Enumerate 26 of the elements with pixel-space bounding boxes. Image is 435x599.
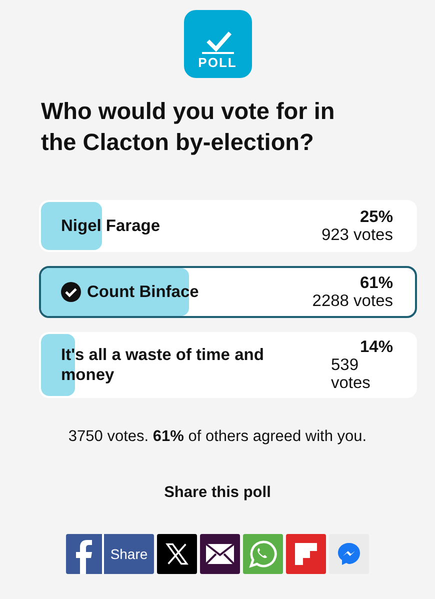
poll-option[interactable]: Nigel Farage 25% 923 votes <box>39 200 417 252</box>
phone-bubble-icon <box>248 540 277 568</box>
check-circle-icon <box>61 282 81 302</box>
option-label: It's all a waste of time and money <box>61 345 265 385</box>
percentage: 61% <box>360 274 393 292</box>
x-logo-icon <box>164 541 190 567</box>
poll-option[interactable]: It's all a waste of time and money 14% 539 votes <box>39 332 417 398</box>
option-label: Count Binface <box>87 282 199 302</box>
share-button[interactable]: Share <box>66 534 154 574</box>
flipboard-icon <box>292 541 319 567</box>
poll-question: Who would you vote for in the Clacton by-election? <box>41 97 336 157</box>
option-label: Nigel Farage <box>61 216 160 236</box>
logo-text: POLL <box>198 55 237 70</box>
share-heading: Share this poll <box>164 484 271 502</box>
messenger-icon <box>336 541 362 567</box>
vote-count: 2288 votes <box>312 292 393 310</box>
results-summary: 3750 votes. 61% of others agreed with you. <box>68 428 367 446</box>
envelope-icon <box>204 543 235 565</box>
percentage: 25% <box>360 208 393 226</box>
result-bar <box>41 202 102 250</box>
share-button[interactable] <box>200 534 240 574</box>
vote-count: 539 votes <box>331 356 372 392</box>
percentage: 14% <box>360 338 393 356</box>
poll-option[interactable]: Count Binface 61% 2288 votes <box>39 266 417 318</box>
share-button[interactable] <box>156 534 197 574</box>
vote-count: 923 votes <box>321 226 393 244</box>
